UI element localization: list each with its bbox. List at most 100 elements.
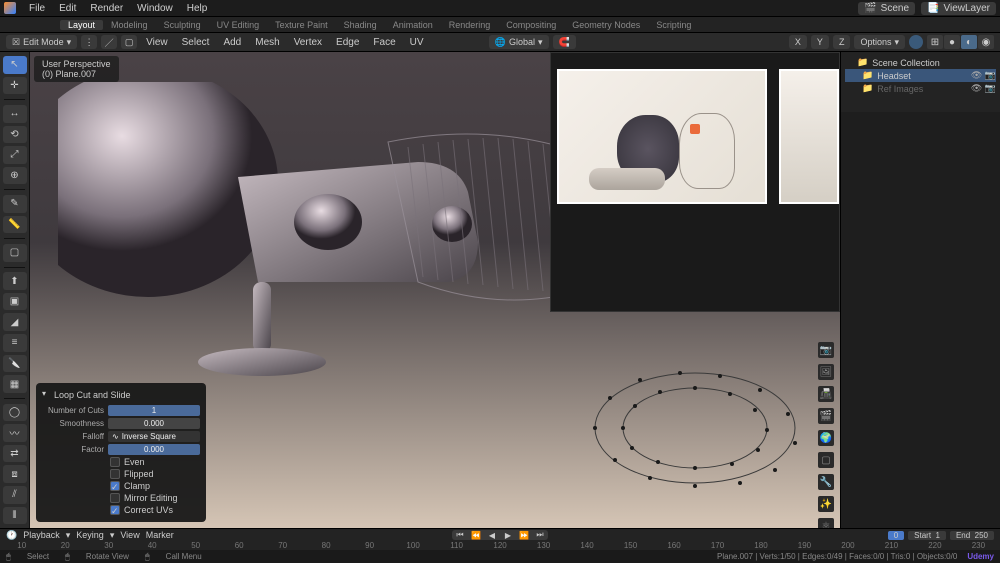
tool-scale[interactable]: ⤢ xyxy=(3,146,27,164)
timeline-dropdown-icon[interactable]: 🕐 xyxy=(6,530,17,541)
keyframe-prev[interactable]: ⏪ xyxy=(468,530,484,540)
correct-uvs-checkbox[interactable]: ✓ xyxy=(110,505,120,515)
shading-matcap[interactable]: ◐ xyxy=(961,35,977,49)
tool-loopcut[interactable]: ≡ xyxy=(3,334,27,352)
scene-selector[interactable]: 🎬 Scene xyxy=(858,2,915,15)
tab-texturepaint[interactable]: Texture Paint xyxy=(267,20,336,30)
factor-value[interactable]: 0.000 xyxy=(108,444,200,455)
header-view[interactable]: View xyxy=(141,37,173,48)
tab-uvediting[interactable]: UV Editing xyxy=(209,20,268,30)
tab-physics[interactable]: ⚛ xyxy=(818,518,834,528)
tool-addcube[interactable]: ▢ xyxy=(3,244,27,262)
tab-object[interactable]: ▢ xyxy=(818,452,834,468)
timeline-ruler[interactable]: 1020 3040 5060 7080 90100 110120 130140 … xyxy=(0,541,1000,550)
jump-start[interactable]: ⏮ xyxy=(452,530,468,540)
flipped-checkbox[interactable] xyxy=(110,469,120,479)
keyframe-next[interactable]: ⏩ xyxy=(516,530,532,540)
tool-cursor[interactable]: ✛ xyxy=(3,77,27,95)
mode-dropdown[interactable]: ☒ Edit Mode ▾ xyxy=(6,35,77,49)
timeline-playback[interactable]: Playback xyxy=(23,530,60,540)
menu-window[interactable]: Window xyxy=(130,3,180,14)
jump-end[interactable]: ⏭ xyxy=(532,530,548,540)
tab-render-props[interactable]: 📷 xyxy=(818,342,834,358)
select-mode-face[interactable]: ▢ xyxy=(121,35,137,49)
tool-spin[interactable]: ◯ xyxy=(3,404,27,422)
reference-image-panel[interactable] xyxy=(550,52,840,312)
tool-inset[interactable]: ▣ xyxy=(3,293,27,311)
tool-annotate[interactable]: ✎ xyxy=(3,195,27,213)
tab-geonodes[interactable]: Geometry Nodes xyxy=(564,20,648,30)
menu-render[interactable]: Render xyxy=(83,3,130,14)
timeline[interactable]: 🕐 Playback▾ Keying▾ View Marker ⏮ ⏪ ◀ ▶ … xyxy=(0,528,1000,550)
outliner-item-headset[interactable]: 📁 Headset👁 📷 xyxy=(845,69,996,82)
cuts-value[interactable]: 1 xyxy=(108,405,200,416)
tab-compositing[interactable]: Compositing xyxy=(498,20,564,30)
play-reverse[interactable]: ◀ xyxy=(484,530,500,540)
shading-dropdown-icon[interactable] xyxy=(909,35,923,49)
tool-smooth[interactable]: 〰 xyxy=(3,424,27,442)
tool-bevel[interactable]: ◢ xyxy=(3,313,27,331)
options-dropdown[interactable]: Options ▾ xyxy=(854,35,905,49)
end-frame[interactable]: End 250 xyxy=(950,531,994,540)
orientation-dropdown[interactable]: 🌐 Global ▾ xyxy=(489,35,549,49)
timeline-marker[interactable]: Marker xyxy=(146,530,174,540)
even-checkbox[interactable] xyxy=(110,457,120,467)
tab-modifiers[interactable]: 🔧 xyxy=(818,474,834,490)
tab-viewlayer[interactable]: 📠 xyxy=(818,386,834,402)
tab-scripting[interactable]: Scripting xyxy=(648,20,699,30)
tool-knife[interactable]: 🔪 xyxy=(3,355,27,373)
shading-wireframe[interactable]: ⊞ xyxy=(927,35,943,49)
gizmo-x[interactable]: X xyxy=(789,35,807,49)
tool-shear[interactable]: ⫽ xyxy=(3,486,27,504)
tool-transform[interactable]: ⊕ xyxy=(3,167,27,185)
shading-rendered[interactable]: ◉ xyxy=(978,35,994,49)
timeline-view[interactable]: View xyxy=(120,530,139,540)
start-frame[interactable]: Start 1 xyxy=(908,531,946,540)
play[interactable]: ▶ xyxy=(500,530,516,540)
operator-title[interactable]: Loop Cut and Slide xyxy=(36,387,206,404)
tool-edge-slide[interactable]: ⇄ xyxy=(3,445,27,463)
tool-measure[interactable]: 📏 xyxy=(3,216,27,234)
smooth-value[interactable]: 0.000 xyxy=(108,418,200,429)
menu-help[interactable]: Help xyxy=(180,3,215,14)
gizmo-y[interactable]: Y xyxy=(811,35,829,49)
tab-layout[interactable]: Layout xyxy=(60,20,103,30)
select-mode-edge[interactable]: ／ xyxy=(101,35,117,49)
outliner[interactable]: 📁 Scene Collection 📁 Headset👁 📷 📁 Ref Im… xyxy=(841,52,1000,112)
header-uv[interactable]: UV xyxy=(405,37,429,48)
outliner-item-ref[interactable]: 📁 Ref Images👁 📷 xyxy=(845,82,996,95)
shading-solid[interactable]: ● xyxy=(944,35,960,49)
menu-file[interactable]: File xyxy=(22,3,52,14)
header-face[interactable]: Face xyxy=(368,37,400,48)
tab-particles[interactable]: ✨ xyxy=(818,496,834,512)
properties-panel[interactable] xyxy=(841,112,1000,528)
header-edge[interactable]: Edge xyxy=(331,37,364,48)
header-mesh[interactable]: Mesh xyxy=(250,37,284,48)
current-frame[interactable]: 0 xyxy=(888,531,904,540)
3d-viewport[interactable]: User Perspective (0) Plane.007 xyxy=(30,52,840,528)
tab-scene-props[interactable]: 🎬 xyxy=(818,408,834,424)
header-select[interactable]: Select xyxy=(177,37,215,48)
tab-modeling[interactable]: Modeling xyxy=(103,20,156,30)
tool-extrude[interactable]: ⬆ xyxy=(3,272,27,290)
tab-animation[interactable]: Animation xyxy=(385,20,441,30)
tab-rendering[interactable]: Rendering xyxy=(441,20,499,30)
tool-rip[interactable]: ⦀ xyxy=(3,507,27,525)
tool-tweak[interactable]: ↖ xyxy=(3,56,27,74)
tab-shading[interactable]: Shading xyxy=(336,20,385,30)
select-mode-vert[interactable]: ⋮ xyxy=(81,35,97,49)
menu-edit[interactable]: Edit xyxy=(52,3,83,14)
tab-sculpting[interactable]: Sculpting xyxy=(156,20,209,30)
outliner-scene-collection[interactable]: 📁 Scene Collection xyxy=(845,56,996,69)
tab-output[interactable]: 🖼 xyxy=(818,364,834,380)
snap-toggle[interactable]: 🧲 xyxy=(553,35,576,49)
tool-polybuild[interactable]: ▦ xyxy=(3,375,27,393)
tab-world[interactable]: 🌍 xyxy=(818,430,834,446)
header-add[interactable]: Add xyxy=(218,37,246,48)
tool-rotate[interactable]: ⟲ xyxy=(3,126,27,144)
timeline-keying[interactable]: Keying xyxy=(76,530,104,540)
viewlayer-selector[interactable]: 📑 ViewLayer xyxy=(921,2,996,15)
header-vertex[interactable]: Vertex xyxy=(289,37,327,48)
tool-shrink[interactable]: ⧈ xyxy=(3,465,27,483)
mirror-checkbox[interactable] xyxy=(110,493,120,503)
